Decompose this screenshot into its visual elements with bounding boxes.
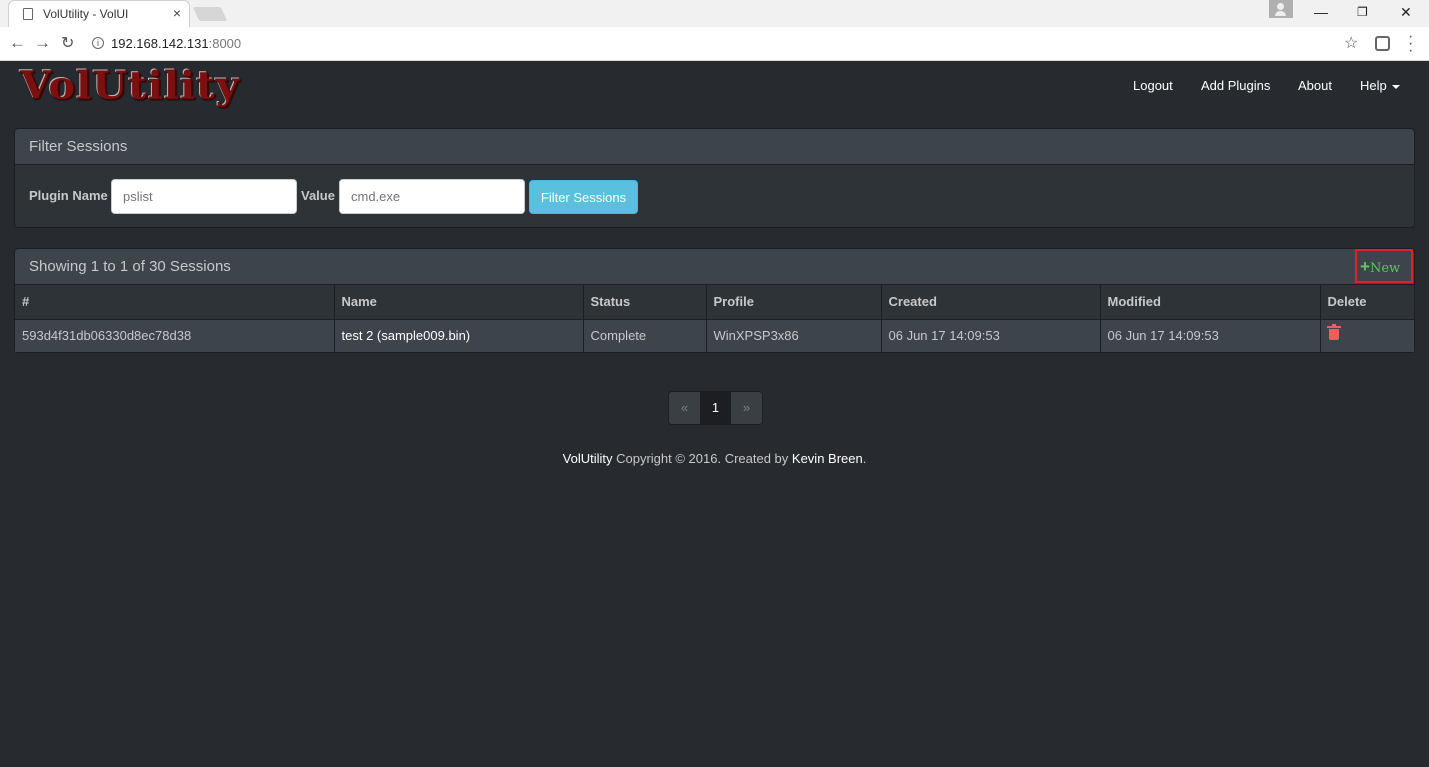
plugin-name-input[interactable] bbox=[111, 179, 297, 214]
value-input[interactable] bbox=[339, 179, 525, 214]
new-tab-button[interactable] bbox=[192, 7, 228, 21]
footer-app-name[interactable]: VolUtility bbox=[563, 451, 613, 466]
browser-menu-icon[interactable]: · · · bbox=[1408, 29, 1413, 59]
plus-icon: + bbox=[1360, 257, 1370, 276]
footer-author[interactable]: Kevin Breen bbox=[792, 451, 863, 466]
page-icon bbox=[23, 8, 33, 20]
pagination-prev[interactable]: « bbox=[669, 392, 700, 424]
browser-tab[interactable]: VolUtility - VolUI × bbox=[8, 0, 190, 27]
caret-down-icon bbox=[1391, 84, 1400, 89]
browser-tab-strip: VolUtility - VolUI × — ❐ ✕ bbox=[0, 0, 1429, 27]
footer: VolUtility Copyright © 2016. Created by … bbox=[0, 451, 1429, 466]
plugin-name-label: Plugin Name bbox=[29, 188, 108, 203]
reload-icon[interactable]: ↻ bbox=[61, 33, 74, 53]
column-header-modified[interactable]: Modified bbox=[1100, 285, 1321, 320]
minimize-icon[interactable]: — bbox=[1314, 4, 1328, 20]
restore-icon[interactable]: ❐ bbox=[1357, 5, 1368, 19]
close-tab-icon[interactable]: × bbox=[173, 5, 181, 21]
forward-arrow-icon[interactable]: → bbox=[34, 33, 51, 53]
about-link[interactable]: About bbox=[1298, 78, 1332, 93]
new-session-label: New bbox=[1369, 261, 1401, 276]
user-profile-icon[interactable] bbox=[1269, 0, 1293, 18]
table-header-row: # Name Status Profile Created Modified D… bbox=[15, 285, 1414, 320]
new-session-button[interactable]: +New bbox=[1355, 249, 1413, 283]
session-id: 593d4f31db06330d8ec78d38 bbox=[15, 319, 335, 352]
sessions-table: # Name Status Profile Created Modified D… bbox=[15, 285, 1414, 352]
delete-cell bbox=[1320, 319, 1414, 352]
url-port: :8000 bbox=[208, 36, 242, 51]
back-arrow-icon[interactable]: ← bbox=[9, 33, 26, 53]
session-created: 06 Jun 17 14:09:53 bbox=[881, 319, 1101, 352]
pagination-next[interactable]: » bbox=[731, 392, 762, 424]
column-header-name[interactable]: Name bbox=[334, 285, 584, 320]
session-name-link[interactable]: test 2 (sample009.bin) bbox=[334, 319, 584, 352]
sessions-summary: Showing 1 to 1 of 30 Sessions bbox=[29, 258, 231, 275]
filter-panel-title: Filter Sessions bbox=[15, 129, 1414, 165]
site-info-icon[interactable]: i bbox=[92, 37, 104, 49]
session-profile: WinXPSP3x86 bbox=[706, 319, 882, 352]
filter-sessions-button[interactable]: Filter Sessions bbox=[529, 180, 638, 214]
filter-sessions-panel: Filter Sessions Plugin Name Value Filter… bbox=[14, 128, 1415, 228]
session-modified: 06 Jun 17 14:09:53 bbox=[1100, 319, 1321, 352]
pagination: « 1 » bbox=[668, 391, 763, 425]
address-bar[interactable]: 192.168.142.131:8000 bbox=[111, 36, 241, 51]
column-header-id[interactable]: # bbox=[15, 285, 335, 320]
help-dropdown[interactable]: Help bbox=[1360, 78, 1400, 93]
footer-text: Copyright © 2016. Created by bbox=[612, 451, 792, 466]
table-row[interactable]: 593d4f31db06330d8ec78d38 test 2 (sample0… bbox=[15, 319, 1414, 352]
sessions-panel-heading: Showing 1 to 1 of 30 Sessions +New bbox=[15, 249, 1414, 285]
browser-tab-title: VolUtility - VolUI bbox=[43, 7, 129, 21]
logout-link[interactable]: Logout bbox=[1133, 78, 1173, 93]
column-header-created[interactable]: Created bbox=[881, 285, 1101, 320]
pagination-page-1[interactable]: 1 bbox=[700, 392, 731, 424]
session-status: Complete bbox=[583, 319, 707, 352]
column-header-status[interactable]: Status bbox=[583, 285, 707, 320]
trash-icon[interactable] bbox=[1326, 324, 1341, 341]
column-header-delete: Delete bbox=[1320, 285, 1414, 320]
value-label: Value bbox=[301, 188, 335, 203]
sessions-panel: Showing 1 to 1 of 30 Sessions +New # Nam… bbox=[14, 248, 1415, 353]
app-logo[interactable]: VolUtility bbox=[20, 63, 240, 108]
close-window-icon[interactable]: ✕ bbox=[1400, 4, 1412, 21]
column-header-profile[interactable]: Profile bbox=[706, 285, 882, 320]
bookmark-star-icon[interactable]: ☆ bbox=[1344, 33, 1358, 53]
url-host: 192.168.142.131 bbox=[111, 36, 209, 51]
browser-toolbar: ← → ↻ i 192.168.142.131:8000 ☆ · · · bbox=[0, 27, 1429, 61]
footer-end: . bbox=[862, 451, 867, 466]
help-label: Help bbox=[1360, 78, 1387, 93]
extension-icon[interactable] bbox=[1375, 36, 1390, 51]
add-plugins-link[interactable]: Add Plugins bbox=[1201, 78, 1270, 93]
